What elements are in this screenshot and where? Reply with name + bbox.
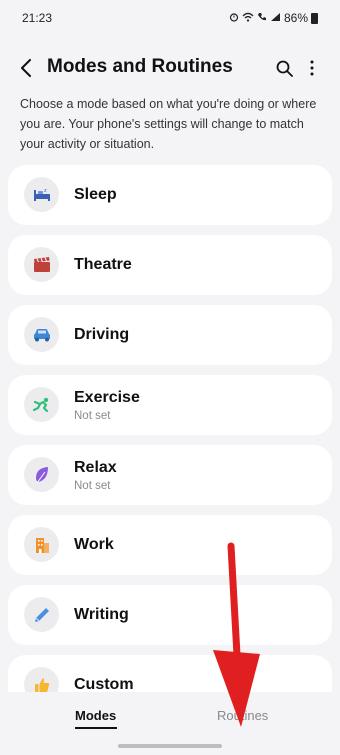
home-indicator bbox=[118, 744, 222, 748]
page-title: Modes and Routines bbox=[47, 56, 233, 77]
mode-label: Exercise bbox=[74, 388, 140, 406]
pen-icon bbox=[34, 607, 49, 622]
more-options-button[interactable] bbox=[302, 54, 322, 82]
writing-icon-circle bbox=[24, 597, 59, 632]
mode-label: Relax bbox=[74, 458, 117, 476]
mode-status: Not set bbox=[74, 479, 111, 492]
status-bar: 21:23 86% bbox=[0, 0, 340, 36]
mode-item-work[interactable]: Work bbox=[8, 515, 332, 575]
header: Modes and Routines bbox=[0, 50, 340, 86]
mode-text-custom: Custom bbox=[74, 655, 134, 692]
search-button[interactable] bbox=[272, 54, 296, 82]
status-time: 21:23 bbox=[22, 11, 53, 25]
mode-item-custom[interactable]: Custom bbox=[8, 655, 332, 692]
mode-label: Writing bbox=[74, 606, 129, 623]
tab-routines[interactable]: Routines bbox=[217, 708, 268, 723]
call-icon bbox=[257, 12, 267, 25]
tab-modes[interactable]: Modes bbox=[75, 708, 116, 723]
mode-label: Theatre bbox=[74, 256, 132, 273]
mode-text-writing: Writing bbox=[74, 585, 129, 645]
relax-icon-circle bbox=[24, 457, 59, 492]
mode-text-exercise: Exercise Not set bbox=[74, 375, 140, 435]
back-button[interactable] bbox=[12, 54, 40, 82]
battery-icon bbox=[311, 12, 318, 24]
svg-text:z: z bbox=[44, 188, 47, 194]
modes-list: z Sleep Theatre Driving Exercise Not set bbox=[0, 165, 340, 692]
mode-label: Work bbox=[74, 536, 114, 553]
mode-text-sleep: Sleep bbox=[74, 165, 117, 225]
work-icon bbox=[35, 537, 49, 553]
mode-label: Sleep bbox=[74, 186, 117, 203]
mode-item-exercise[interactable]: Exercise Not set bbox=[8, 375, 332, 435]
chevron-left-icon bbox=[21, 59, 31, 77]
status-icons: 86% bbox=[229, 11, 318, 25]
mode-item-theatre[interactable]: Theatre bbox=[8, 235, 332, 295]
mode-item-sleep[interactable]: z Sleep bbox=[8, 165, 332, 225]
work-icon-circle bbox=[24, 527, 59, 562]
mode-text-work: Work bbox=[74, 515, 114, 575]
theatre-icon-circle bbox=[24, 247, 59, 282]
leaf-icon bbox=[35, 466, 48, 483]
exercise-icon-circle bbox=[24, 387, 59, 422]
theatre-icon bbox=[33, 256, 50, 272]
mode-item-relax[interactable]: Relax Not set bbox=[8, 445, 332, 505]
mode-label: Driving bbox=[74, 326, 130, 343]
custom-icon-circle bbox=[24, 667, 59, 692]
exercise-icon bbox=[32, 397, 48, 412]
mode-text-relax: Relax Not set bbox=[74, 445, 117, 505]
alarm-icon bbox=[229, 12, 239, 25]
mode-item-writing[interactable]: Writing bbox=[8, 585, 332, 645]
tab-modes-indicator bbox=[75, 727, 117, 729]
driving-icon-circle bbox=[24, 317, 59, 352]
car-icon bbox=[33, 328, 50, 341]
mode-label: Custom bbox=[74, 676, 134, 692]
signal-icon bbox=[270, 12, 281, 25]
page-description: Choose a mode based on what you're doing… bbox=[20, 97, 317, 151]
wifi-icon bbox=[242, 12, 254, 25]
search-icon bbox=[276, 60, 293, 77]
battery-percent: 86% bbox=[283, 11, 308, 25]
sleep-icon-circle: z bbox=[24, 177, 59, 212]
sleep-icon: z bbox=[33, 188, 50, 201]
mode-text-theatre: Theatre bbox=[74, 235, 132, 295]
mode-item-driving[interactable]: Driving bbox=[8, 305, 332, 365]
thumbs-up-icon bbox=[34, 677, 49, 692]
mode-status: Not set bbox=[74, 409, 111, 422]
more-vert-icon bbox=[310, 60, 314, 76]
mode-text-driving: Driving bbox=[74, 305, 129, 365]
